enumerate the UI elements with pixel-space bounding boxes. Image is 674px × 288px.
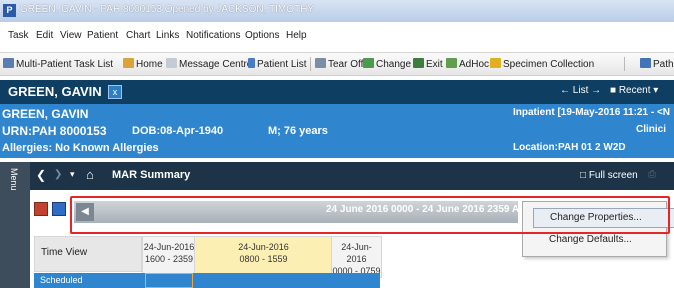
- envelope-icon: [166, 58, 177, 68]
- column-range: 0800 - 1559: [239, 254, 288, 264]
- scheduled-label: Scheduled: [40, 275, 83, 285]
- menu-bar: Task Edit View Patient Chart Links Notif…: [0, 30, 674, 48]
- side-menu-label: Menu: [9, 168, 19, 191]
- mar-header: ❮ ❯ ▾ ⌂ MAR Summary □ Full screen ⎙: [0, 162, 674, 190]
- path-button[interactable]: Path: [640, 58, 674, 70]
- banner-inpatient: Inpatient [19-May-2016 11:21 - <N: [513, 107, 671, 118]
- banner-clinic: Clinici: [636, 124, 667, 135]
- mar-filter-icon[interactable]: [52, 202, 66, 216]
- banner-sex-age: M; 76 years: [268, 125, 328, 137]
- window-title: GREEN, GAVIN - PAH 8000153 Opened by JAC…: [20, 4, 314, 15]
- close-tab-icon[interactable]: x: [108, 85, 122, 99]
- toolbar-separator: [310, 57, 311, 71]
- banner-urn: URN:PAH 8000153: [2, 124, 107, 138]
- scheduled-row[interactable]: Scheduled: [34, 273, 380, 288]
- adhoc-button[interactable]: AdHoc: [446, 58, 489, 70]
- home-button[interactable]: Home: [123, 58, 163, 70]
- highlight-annotation: [70, 196, 670, 234]
- column-range: 1600 - 2359: [144, 254, 194, 264]
- current-time-cell[interactable]: [145, 273, 193, 288]
- menu-view[interactable]: View: [60, 30, 82, 41]
- page-title: MAR Summary: [112, 169, 191, 181]
- back-arrow-icon[interactable]: ❮: [36, 168, 46, 182]
- list-nav-button[interactable]: ← List →: [560, 85, 601, 96]
- specimen-icon: [490, 58, 501, 68]
- task-list-icon: [3, 58, 14, 68]
- menu-chart[interactable]: Chart: [126, 30, 150, 41]
- person-icon: [248, 58, 255, 68]
- column-date: 24-Jun-2016: [341, 242, 372, 264]
- patient-tab-name[interactable]: GREEN, GAVIN: [8, 80, 102, 104]
- tear-off-button[interactable]: Tear Off: [315, 58, 363, 70]
- menu-help[interactable]: Help: [286, 30, 307, 41]
- recent-nav-button[interactable]: ■ Recent ▾: [610, 85, 658, 96]
- menu-task[interactable]: Task: [8, 30, 29, 41]
- time-column-3[interactable]: 24-Jun-2016 0000 - 0759: [331, 236, 382, 278]
- mar-tool-icon[interactable]: [34, 202, 48, 216]
- patient-banner: GREEN, GAVIN URN:PAH 8000153 DOB:08-Apr-…: [0, 104, 674, 158]
- menu-notifications[interactable]: Notifications: [186, 30, 240, 41]
- patient-tab-bar: GREEN, GAVIN x ← List → ■ Recent ▾: [0, 80, 674, 104]
- menu-patient[interactable]: Patient: [87, 30, 118, 41]
- banner-allergies[interactable]: Allergies: No Known Allergies: [2, 142, 159, 154]
- patient-list-button[interactable]: Patient List: [248, 58, 306, 70]
- change-button[interactable]: Change: [363, 58, 411, 70]
- column-date: 24-Jun-2016: [143, 242, 195, 252]
- change-icon: [363, 58, 374, 68]
- toolbar-separator: [624, 57, 625, 71]
- banner-dob: DOB:08-Apr-1940: [132, 125, 224, 137]
- multi-patient-task-list-button[interactable]: Multi-Patient Task List: [3, 58, 113, 70]
- path-icon: [640, 58, 651, 68]
- time-column-1[interactable]: 24-Jun-2016 1600 - 2359: [142, 236, 196, 278]
- menu-options[interactable]: Options: [245, 30, 279, 41]
- side-menu-strip[interactable]: Menu: [0, 162, 30, 288]
- menu-links[interactable]: Links: [156, 30, 179, 41]
- time-column-2[interactable]: 24-Jun-2016 0800 - 1559: [194, 236, 333, 278]
- specimen-collection-button[interactable]: Specimen Collection: [490, 58, 594, 70]
- toolbar: Multi-Patient Task List Home Message Cen…: [0, 52, 674, 76]
- exit-icon: [413, 58, 424, 68]
- message-centre-button[interactable]: Message Centre: [166, 58, 252, 70]
- adhoc-icon: [446, 58, 457, 68]
- home-icon: [123, 58, 134, 68]
- app-icon: P: [3, 4, 16, 17]
- banner-location: Location:PAH 01 2 W2D: [513, 142, 626, 153]
- forward-arrow-icon[interactable]: ❯: [54, 169, 62, 180]
- dropdown-arrow-icon[interactable]: ▾: [70, 169, 75, 180]
- column-date: 24-Jun-2016: [238, 242, 289, 252]
- home-icon[interactable]: ⌂: [86, 167, 94, 182]
- print-icon[interactable]: ⎙: [648, 169, 656, 180]
- time-view-label: Time View: [41, 247, 88, 258]
- tear-off-icon: [315, 58, 326, 68]
- time-view-header: Time View: [34, 236, 142, 272]
- window-title-bar: P GREEN, GAVIN - PAH 8000153 Opened by J…: [0, 0, 674, 22]
- menu-edit[interactable]: Edit: [36, 30, 53, 41]
- banner-patient-name: GREEN, GAVIN: [2, 107, 89, 121]
- full-screen-button[interactable]: □ Full screen: [580, 170, 638, 181]
- exit-button[interactable]: Exit: [413, 58, 443, 70]
